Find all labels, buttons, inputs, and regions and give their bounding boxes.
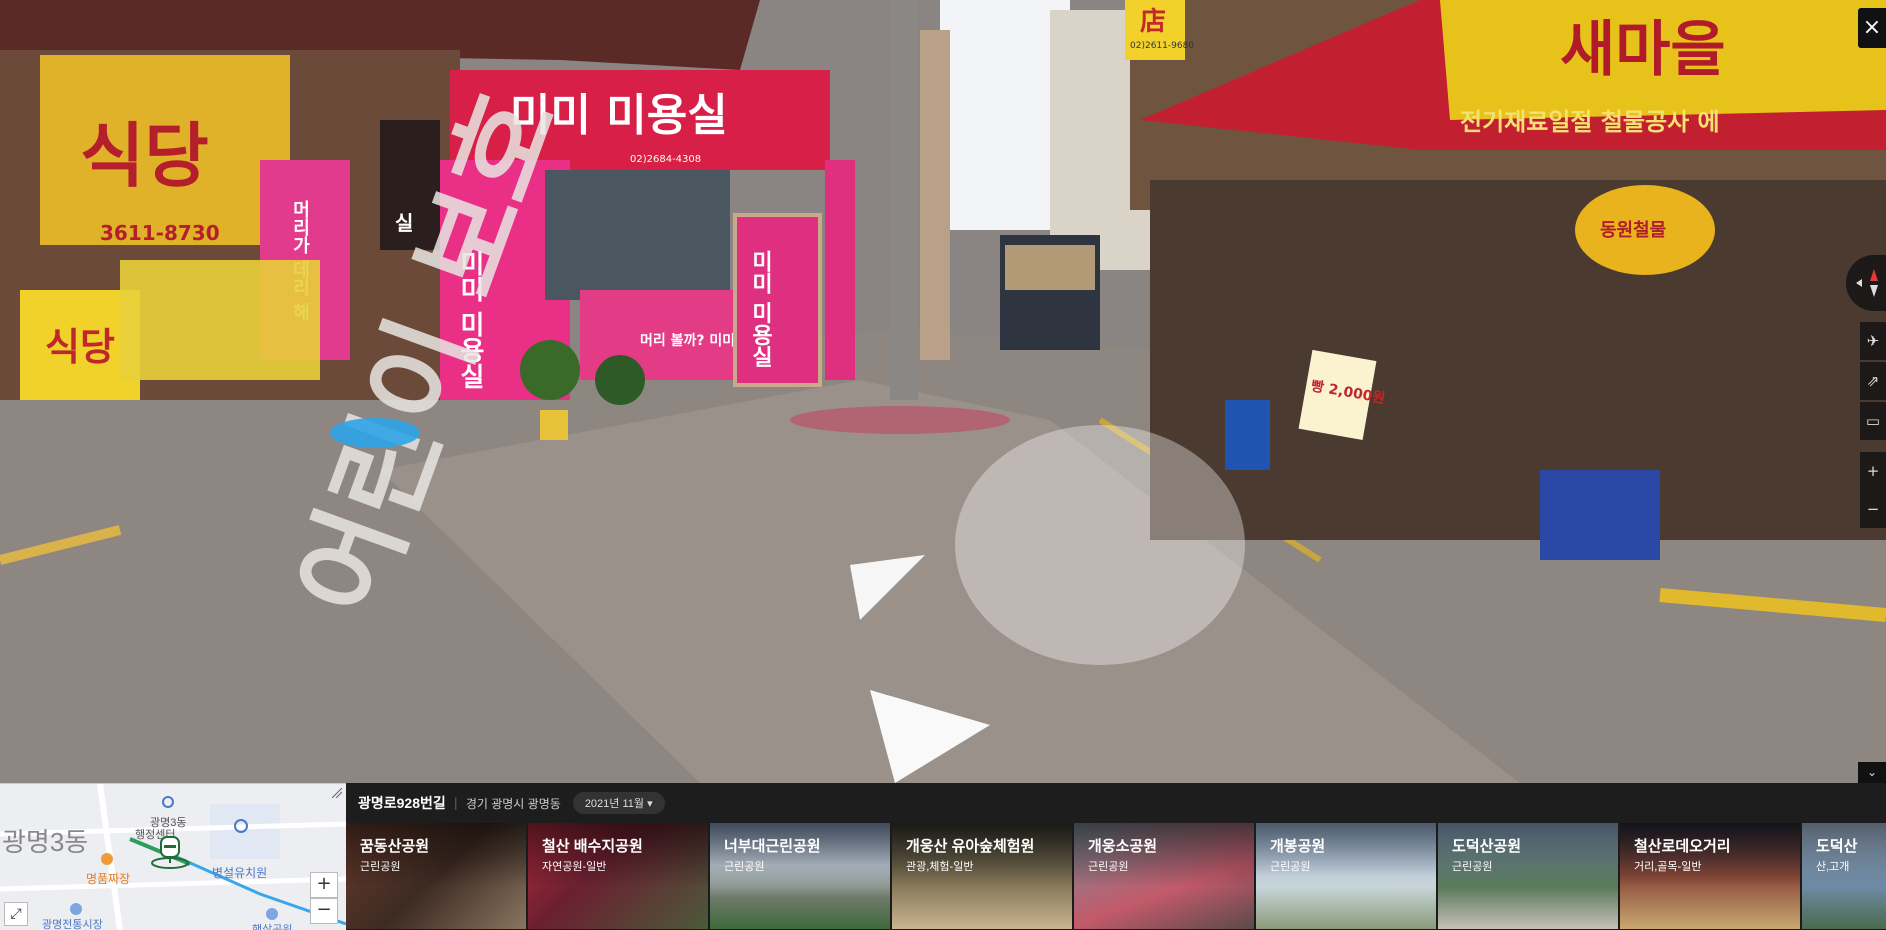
- map-position-marker-icon: [151, 836, 189, 869]
- place-card[interactable]: 개웅소공원근린공원: [1074, 823, 1254, 929]
- region-text: 경기 광명시 광명동: [465, 796, 561, 811]
- airplane-icon[interactable]: ✈: [1860, 322, 1886, 360]
- shop-sign-left-phone: 3611-8730: [100, 221, 220, 245]
- place-category: 근린공원: [1452, 861, 1493, 873]
- place-card[interactable]: 개웅산 유아숲체험원관광,체험-일반: [892, 823, 1072, 929]
- nearby-places-strip[interactable]: 꿈동산공원 근린공원 철산 배수지공원 자연공원-일반 너부대근린공원 근린공원 개웅산 유…: [346, 823, 1886, 929]
- feedback-icon[interactable]: ▭: [1860, 402, 1886, 440]
- divider: |: [453, 796, 458, 810]
- map-zoom-out-button[interactable]: −: [310, 898, 338, 924]
- map-label-district: 광명3동: [2, 827, 89, 857]
- place-name: 철산로데오거리: [1634, 838, 1731, 855]
- place-name: 도덕산: [1816, 838, 1858, 855]
- place-card[interactable]: 도덕산산,고개: [1802, 823, 1886, 929]
- map-zoom-in-button[interactable]: +: [310, 872, 338, 898]
- top-sign-text: 店: [1140, 7, 1166, 37]
- place-card[interactable]: 도덕산공원근린공원: [1438, 823, 1618, 929]
- share-icon[interactable]: ⇗: [1860, 362, 1886, 400]
- blue-bin: [1225, 400, 1270, 470]
- place-category: 산,고개: [1816, 861, 1850, 873]
- place-category: 관광,체험-일반: [906, 861, 974, 873]
- salon-window: [545, 170, 730, 300]
- move-cursor-circle[interactable]: [955, 425, 1245, 665]
- top-sign-phone: 02)2611-9680: [1130, 41, 1194, 51]
- place-card[interactable]: 너부대근린공원근린공원: [710, 823, 890, 929]
- date-value: 2021년 11월: [584, 798, 644, 810]
- place-card[interactable]: 개봉공원근린공원: [1256, 823, 1436, 929]
- place-card[interactable]: 꿈동산공원근린공원: [346, 823, 526, 929]
- zoom-in-button[interactable]: +: [1860, 452, 1886, 490]
- map-label-kindergarten: 병설유치원: [212, 866, 268, 880]
- street-scene[interactable]: 식당 3611-8730 머리가 데리 해 식당 실 미미 미용실 02)268…: [0, 0, 1886, 783]
- collapse-panel-button[interactable]: ⌄: [1858, 762, 1886, 783]
- hardware-store: [1150, 180, 1886, 540]
- map-expand-icon[interactable]: ⤢: [4, 902, 28, 926]
- utility-pole: [890, 0, 918, 400]
- compass-icon: [1856, 269, 1878, 297]
- map-label-market: 광명전통시장: [42, 919, 103, 930]
- blurred-patch: [790, 406, 1010, 434]
- chevron-down-icon: ▾: [647, 798, 653, 810]
- place-category: 근린공원: [1088, 861, 1129, 873]
- right-banner-subtext: 전기재료일절 철물공사 에: [1460, 108, 1720, 136]
- place-card[interactable]: 철산 배수지공원자연공원-일반: [528, 823, 708, 929]
- truck-bed: [1005, 245, 1095, 290]
- salon-side-strip: [825, 160, 855, 380]
- place-name: 개웅소공원: [1088, 838, 1158, 855]
- street-view-panorama[interactable]: 식당 3611-8730 머리가 데리 해 식당 실 미미 미용실 02)268…: [0, 0, 1886, 783]
- place-name: 꿈동산공원: [360, 838, 430, 855]
- place-category: 자연공원-일반: [542, 861, 607, 873]
- place-name: 도덕산공원: [1452, 838, 1522, 855]
- location-info-bar: 광명로928번길 | 경기 광명시 광명동 2021년 11월 ▾: [346, 783, 1886, 823]
- menu-board: [120, 260, 320, 380]
- map-label-restaurant: 명품짜장: [86, 872, 131, 886]
- map-resize-icon[interactable]: [332, 788, 342, 798]
- yellow-sign-left-text: 식당: [45, 325, 115, 369]
- minimap[interactable]: 광명3동 광명3동 행정센터 명품짜장 병설유치원 광명전통시장 햇살공원 + …: [0, 783, 346, 930]
- shop-sign-left-text: 식당: [80, 115, 209, 197]
- compass[interactable]: [1846, 255, 1886, 311]
- place-card[interactable]: 철산로데오거리거리,골목-일반: [1620, 823, 1800, 929]
- plant-1: [520, 340, 580, 400]
- plant-pot: [540, 410, 568, 440]
- blue-cart: [1540, 470, 1660, 560]
- zoom-out-button[interactable]: −: [1860, 490, 1886, 528]
- place-category: 거리,골목-일반: [1634, 861, 1702, 873]
- place-name: 개웅산 유아숲체험원: [906, 838, 1035, 855]
- place-name: 개봉공원: [1270, 838, 1326, 855]
- place-category: 근린공원: [360, 861, 401, 873]
- close-button[interactable]: ×: [1858, 8, 1886, 48]
- salon-door-text: 미미 미용실: [748, 250, 773, 368]
- place-category: 근린공원: [724, 861, 765, 873]
- plant-2: [595, 355, 645, 405]
- place-category: 근린공원: [1270, 861, 1311, 873]
- right-banner-text: 새마을: [1560, 15, 1726, 85]
- place-name: 너부대근린공원: [724, 838, 821, 855]
- salon-phone: 02)2684-4308: [630, 154, 701, 165]
- date-dropdown[interactable]: 2021년 11월 ▾: [572, 792, 665, 814]
- round-sign-text: 동원철물: [1600, 220, 1666, 241]
- place-name: 철산 배수지공원: [542, 838, 643, 855]
- alley-building-left: [920, 30, 950, 360]
- location-marker[interactable]: [330, 418, 420, 448]
- address-title: 광명로928번길: [358, 795, 446, 811]
